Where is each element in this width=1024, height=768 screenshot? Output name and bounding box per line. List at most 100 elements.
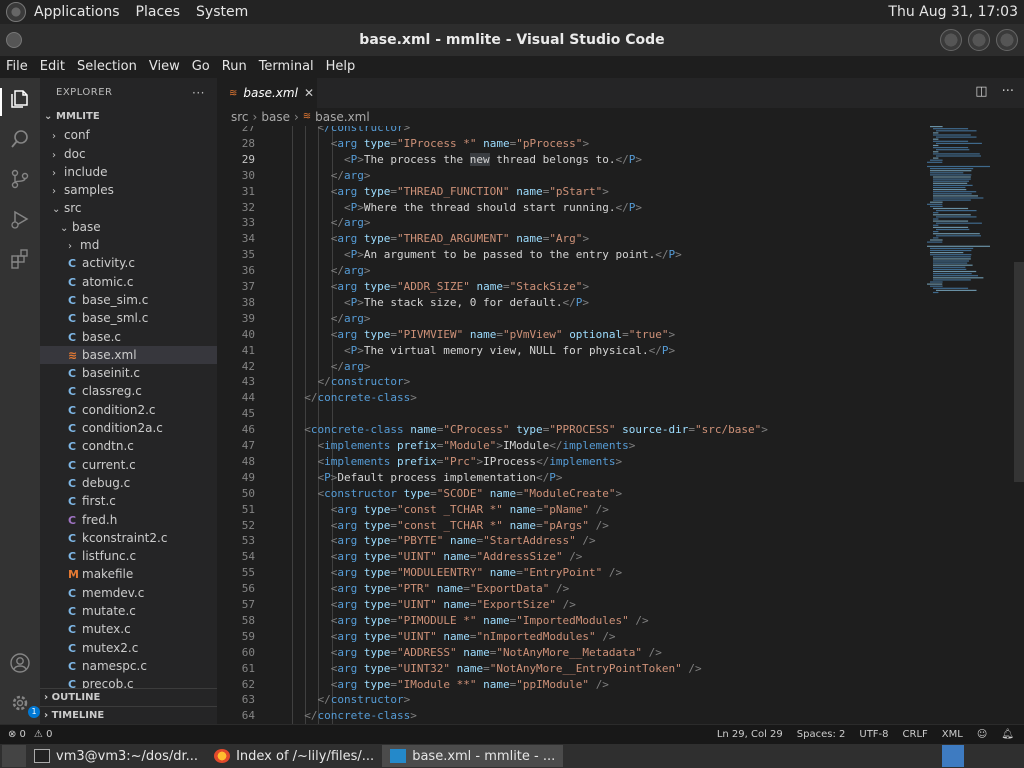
- applications-menu[interactable]: Applications: [26, 0, 128, 24]
- tree-file[interactable]: Cbase_sml.c: [40, 309, 217, 327]
- menu-run[interactable]: Run: [216, 56, 253, 78]
- tree-file[interactable]: Cmutate.c: [40, 602, 217, 620]
- code-line[interactable]: 40 <arg type="PIVMVIEW" name="pVmView" op…: [217, 327, 917, 343]
- code-line[interactable]: 39 </arg>: [217, 311, 917, 327]
- task-firefox[interactable]: Index of /~lily/files/...: [206, 745, 382, 767]
- breadcrumb-src[interactable]: src: [231, 108, 249, 126]
- code-line[interactable]: 53 <arg type="PBYTE" name="StartAddress" …: [217, 533, 917, 549]
- settings-gear-icon[interactable]: 1: [8, 692, 40, 718]
- menu-selection[interactable]: Selection: [71, 56, 143, 78]
- code-line[interactable]: 34 <arg type="THREAD_ARGUMENT" name="Arg"…: [217, 231, 917, 247]
- notifications-bell-icon[interactable]: 🔔︎: [1001, 729, 1014, 740]
- tree-file[interactable]: Cclassreg.c: [40, 382, 217, 400]
- code-line[interactable]: 45: [217, 406, 917, 422]
- code-line[interactable]: 27 </constructor>: [217, 126, 917, 136]
- tree-folder[interactable]: › include: [40, 163, 217, 181]
- timeline-section[interactable]: › TIMELINE: [40, 706, 217, 724]
- tree-file[interactable]: Cactivity.c: [40, 254, 217, 272]
- tree-file[interactable]: Catomic.c: [40, 273, 217, 291]
- tree-file[interactable]: Cmutex.c: [40, 620, 217, 638]
- menu-view[interactable]: View: [143, 56, 186, 78]
- code-line[interactable]: 56 <arg type="PTR" name="ExportData" />: [217, 581, 917, 597]
- code-line[interactable]: 29 <P>The process the new thread belongs …: [217, 152, 917, 168]
- code-line[interactable]: 58 <arg type="PIMODULE *" name="ImportedM…: [217, 613, 917, 629]
- window-menu-icon[interactable]: [6, 32, 22, 48]
- menu-help[interactable]: Help: [320, 56, 362, 78]
- tree-folder[interactable]: › samples: [40, 181, 217, 199]
- code-line[interactable]: 43 </constructor>: [217, 374, 917, 390]
- places-menu[interactable]: Places: [128, 0, 189, 24]
- code-line[interactable]: 33 </arg>: [217, 215, 917, 231]
- code-line[interactable]: 55 <arg type="MODULEENTRY" name="EntryPoi…: [217, 565, 917, 581]
- warnings-indicator[interactable]: ⚠ 0: [34, 729, 53, 740]
- code-line[interactable]: 41 <P>The virtual memory view, NULL for p…: [217, 343, 917, 359]
- tree-file[interactable]: Cprecob.c: [40, 675, 217, 688]
- search-icon[interactable]: [8, 128, 32, 152]
- code-line[interactable]: 30 </arg>: [217, 168, 917, 184]
- distro-logo-icon[interactable]: [6, 2, 26, 22]
- code-line[interactable]: 47 <implements prefix="Module">IModule</i…: [217, 438, 917, 454]
- tree-file[interactable]: Cmutex2.c: [40, 639, 217, 657]
- language-mode[interactable]: XML: [942, 729, 963, 740]
- code-line[interactable]: 50 <constructor type="SCODE" name="Module…: [217, 486, 917, 502]
- menu-edit[interactable]: Edit: [34, 56, 71, 78]
- code-line[interactable]: 28 <arg type="IProcess *" name="pProcess"…: [217, 136, 917, 152]
- tree-file[interactable]: Ccurrent.c: [40, 456, 217, 474]
- tree-file[interactable]: Cbase_sim.c: [40, 291, 217, 309]
- tree-file[interactable]: ≋ base.xml: [40, 345, 217, 365]
- clock[interactable]: Thu Aug 31, 17:03: [880, 0, 1024, 24]
- close-tab-icon[interactable]: ✕: [304, 86, 322, 100]
- more-actions-icon[interactable]: ···: [1002, 84, 1014, 99]
- code-line[interactable]: 64 </concrete-class>: [217, 708, 917, 724]
- extensions-icon[interactable]: [8, 248, 32, 272]
- code-line[interactable]: 63 </constructor>: [217, 692, 917, 708]
- tree-file[interactable]: Cfred.h: [40, 511, 217, 529]
- encoding[interactable]: UTF-8: [859, 729, 888, 740]
- indentation[interactable]: Spaces: 2: [797, 729, 846, 740]
- tree-file[interactable]: Cmemdev.c: [40, 584, 217, 602]
- files-icon[interactable]: [8, 88, 32, 112]
- outline-section[interactable]: › OUTLINE: [40, 688, 217, 706]
- tree-file[interactable]: Ccondition2.c: [40, 401, 217, 419]
- code-line[interactable]: 32 <P>Where the thread should start runni…: [217, 200, 917, 216]
- tab-base-xml[interactable]: ≋ base.xml ✕: [217, 78, 317, 108]
- vertical-scrollbar[interactable]: [1014, 126, 1024, 724]
- tree-file[interactable]: Ccondtn.c: [40, 437, 217, 455]
- source-control-icon[interactable]: [8, 168, 32, 192]
- tree-folder[interactable]: › conf: [40, 126, 217, 144]
- tree-file[interactable]: Clistfunc.c: [40, 547, 217, 565]
- tree-folder[interactable]: › doc: [40, 145, 217, 163]
- tree-file[interactable]: Mmakefile: [40, 565, 217, 583]
- task-vscode[interactable]: base.xml - mmlite - ...: [382, 745, 564, 767]
- code-line[interactable]: 52 <arg type="const _TCHAR *" name="pArgs…: [217, 518, 917, 534]
- tree-folder[interactable]: ⌄ src: [40, 199, 217, 217]
- more-actions-icon[interactable]: ···: [192, 78, 217, 108]
- code-line[interactable]: 48 <implements prefix="Prc">IProcess</imp…: [217, 454, 917, 470]
- cursor-position[interactable]: Ln 29, Col 29: [717, 729, 783, 740]
- menu-go[interactable]: Go: [186, 56, 216, 78]
- system-menu[interactable]: System: [188, 0, 256, 24]
- menu-file[interactable]: File: [0, 56, 34, 78]
- code-line[interactable]: 35 <P>An argument to be passed to the ent…: [217, 247, 917, 263]
- code-line[interactable]: 62 <arg type="IModule **" name="ppIModule…: [217, 677, 917, 693]
- code-line[interactable]: 59 <arg type="UINT" name="nImportedModule…: [217, 629, 917, 645]
- code-line[interactable]: 60 <arg type="ADDRESS" name="NotAnyMore__…: [217, 645, 917, 661]
- code-line[interactable]: 42 </arg>: [217, 359, 917, 375]
- task-terminal[interactable]: vm3@vm3:~/dos/dr...: [26, 745, 206, 767]
- tree-folder[interactable]: ⌄ base: [40, 218, 217, 236]
- split-editor-icon[interactable]: ◫: [975, 84, 987, 99]
- workspace-root[interactable]: ⌄ MMLITE: [40, 108, 217, 126]
- line-ending[interactable]: CRLF: [903, 729, 928, 740]
- code-line[interactable]: 31 <arg type="THREAD_FUNCTION" name="pSta…: [217, 184, 917, 200]
- code-line[interactable]: 54 <arg type="UINT" name="AddressSize" />: [217, 549, 917, 565]
- code-line[interactable]: 37 <arg type="ADDR_SIZE" name="StackSize"…: [217, 279, 917, 295]
- menu-terminal[interactable]: Terminal: [253, 56, 320, 78]
- tree-file[interactable]: Ccondition2a.c: [40, 419, 217, 437]
- maximize-button[interactable]: [968, 29, 990, 51]
- tray-vscode-icon[interactable]: [942, 745, 964, 767]
- tree-file[interactable]: Cnamespc.c: [40, 657, 217, 675]
- minimize-button[interactable]: [940, 29, 962, 51]
- scrollbar-thumb[interactable]: [1014, 262, 1024, 482]
- code-editor[interactable]: 27 </constructor> 28 <arg type="IProcess *"…: [217, 126, 917, 724]
- errors-indicator[interactable]: ⊗ 0: [8, 729, 26, 740]
